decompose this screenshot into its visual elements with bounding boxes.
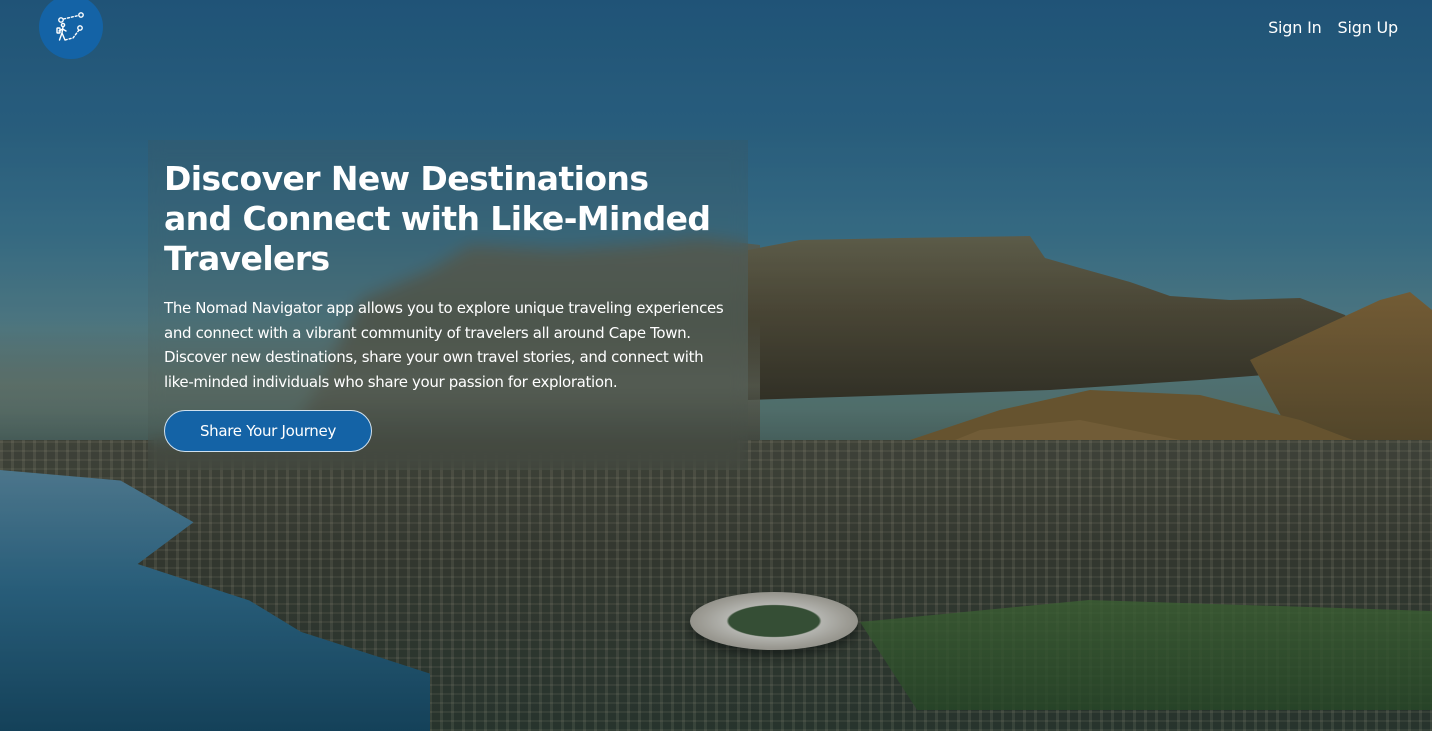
traveler-route-icon (56, 12, 84, 41)
logo-link[interactable] (39, 0, 103, 59)
auth-links: Sign In Sign Up (1268, 17, 1398, 39)
hero-description: The Nomad Navigator app allows you to ex… (164, 299, 724, 391)
sign-in-link[interactable]: Sign In (1268, 17, 1322, 39)
share-journey-button[interactable]: Share Your Journey (164, 410, 372, 452)
top-nav: Sign In Sign Up (0, 0, 1432, 60)
hero-section: Discover New Destinations and Connect wi… (164, 159, 744, 452)
hero-title: Discover New Destinations and Connect wi… (164, 159, 711, 278)
sign-up-link[interactable]: Sign Up (1338, 17, 1399, 39)
